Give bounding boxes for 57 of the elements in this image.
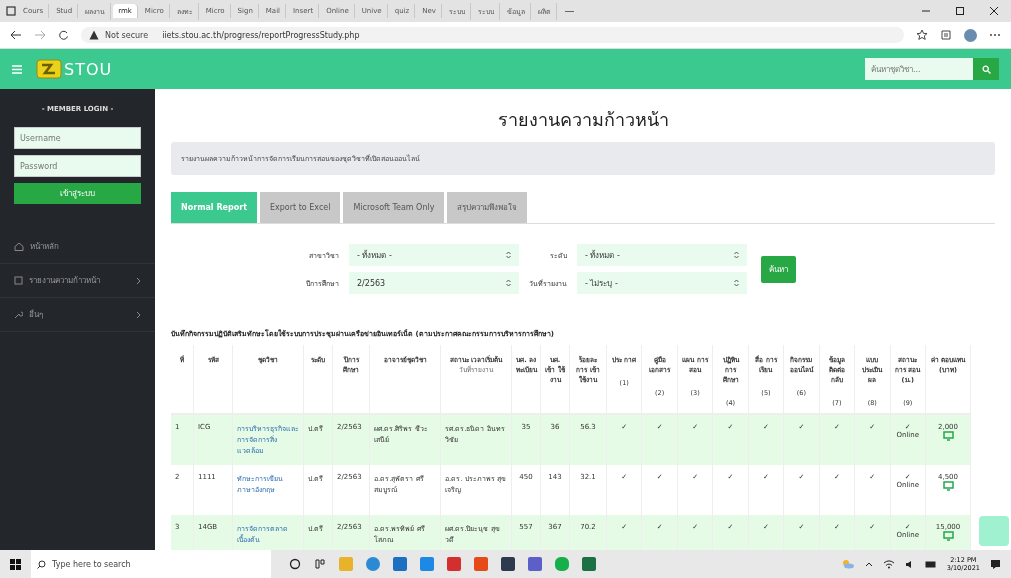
security-label: Not secure xyxy=(105,30,149,40)
search-icon xyxy=(37,559,46,569)
star-icon[interactable] xyxy=(916,29,928,41)
url-text: iiets.stou.ac.th/progress/reportProgressStudy.php xyxy=(162,30,360,40)
address-bar[interactable]: Not secure iiets.stou.ac.th/progress/reportProgressStudy.php xyxy=(81,27,904,43)
browser-icon[interactable] xyxy=(366,557,380,571)
filter-dropdown[interactable]: - ทั้งหมด - xyxy=(349,244,519,266)
excel-icon[interactable] xyxy=(582,557,596,571)
chat-icon[interactable] xyxy=(555,557,569,571)
sort-arrows-icon xyxy=(734,279,739,287)
profile-avatar[interactable] xyxy=(964,28,977,42)
square-icon xyxy=(14,276,23,285)
search-icon xyxy=(981,64,991,74)
weather-icon[interactable] xyxy=(840,559,855,569)
close-icon[interactable] xyxy=(989,6,999,16)
chevron-up-icon[interactable] xyxy=(864,561,873,567)
back-icon[interactable] xyxy=(10,30,22,40)
sidebar-item[interactable]: อื่นๆ xyxy=(0,298,155,332)
report-tab[interactable]: Export to Excel xyxy=(260,192,341,223)
task-view-icon[interactable] xyxy=(314,558,326,570)
monitor-icon[interactable] xyxy=(942,431,954,441)
username-field[interactable]: Username xyxy=(14,127,141,149)
collections-icon[interactable] xyxy=(940,29,952,41)
report-tab[interactable]: Microsoft Team Only xyxy=(343,192,445,223)
sort-arrows-icon xyxy=(506,251,511,259)
logo-icon xyxy=(36,59,62,79)
warning-icon xyxy=(89,30,99,40)
notification-icon[interactable] xyxy=(990,558,1001,570)
report-tab[interactable]: สรุปความพึงพอใจ xyxy=(447,192,528,223)
menu-icon[interactable] xyxy=(12,64,22,74)
wifi-icon[interactable] xyxy=(882,559,895,569)
sort-arrows-icon xyxy=(734,251,739,259)
sidebar-item[interactable]: รายงานความก้าวหน้า xyxy=(0,264,155,298)
search-button[interactable] xyxy=(973,58,999,80)
filter-dropdown[interactable]: 2/2563 xyxy=(349,272,519,294)
filter-dropdown[interactable]: - ทั้งหมด - xyxy=(577,244,747,266)
filter-dropdown[interactable]: - ไม่ระบุ - xyxy=(577,272,747,294)
chevron-icon xyxy=(136,276,141,285)
windows-start-icon[interactable] xyxy=(10,558,21,570)
search-field[interactable]: ค้นหาชุดวิชา... xyxy=(865,58,973,80)
cortana-icon[interactable] xyxy=(289,558,301,570)
taskbar-search[interactable]: Type here to search xyxy=(31,550,271,578)
monitor-icon[interactable] xyxy=(942,531,954,541)
page-title: รายงานความก้าวหน้า xyxy=(496,108,670,132)
password-field[interactable]: Password xyxy=(14,155,141,177)
forward-icon[interactable] xyxy=(34,30,46,40)
reload-icon[interactable] xyxy=(58,29,69,41)
more-icon[interactable] xyxy=(989,33,1001,37)
monitor-icon[interactable] xyxy=(942,481,954,491)
chevron-icon xyxy=(136,310,141,319)
maximize-icon[interactable] xyxy=(955,6,965,16)
battery-icon[interactable] xyxy=(924,560,937,568)
sort-arrows-icon xyxy=(506,279,511,287)
home-icon xyxy=(14,242,24,251)
tab-actions-icon[interactable] xyxy=(6,6,16,16)
app-icon[interactable] xyxy=(501,557,515,571)
sidebar-item[interactable]: หน้าหลัก xyxy=(0,230,155,264)
